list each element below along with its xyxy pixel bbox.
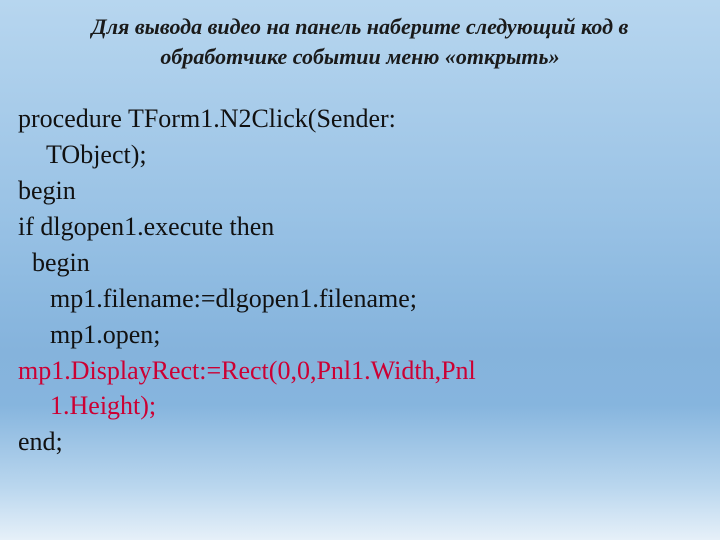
code-line: begin: [18, 173, 702, 209]
code-line: end;: [18, 424, 702, 460]
code-line: mp1.filename:=dlgopen1.filename;: [18, 281, 702, 317]
code-line: procedure TForm1.N2Click(Sender:: [18, 101, 702, 137]
code-line: TObject);: [18, 137, 702, 173]
code-block: procedure TForm1.N2Click(Sender: TObject…: [18, 101, 702, 460]
code-line: if dlgopen1.execute then: [18, 209, 702, 245]
code-line: mp1.open;: [18, 317, 702, 353]
code-line-highlight: 1.Height);: [18, 388, 702, 424]
code-line-highlight: mp1.DisplayRect:=Rect(0,0,Pnl1.Width,Pnl: [18, 353, 702, 389]
slide-title: Для вывода видео на панель наберите след…: [38, 12, 682, 71]
code-line: begin: [18, 245, 702, 281]
slide: Для вывода видео на панель наберите след…: [0, 0, 720, 540]
